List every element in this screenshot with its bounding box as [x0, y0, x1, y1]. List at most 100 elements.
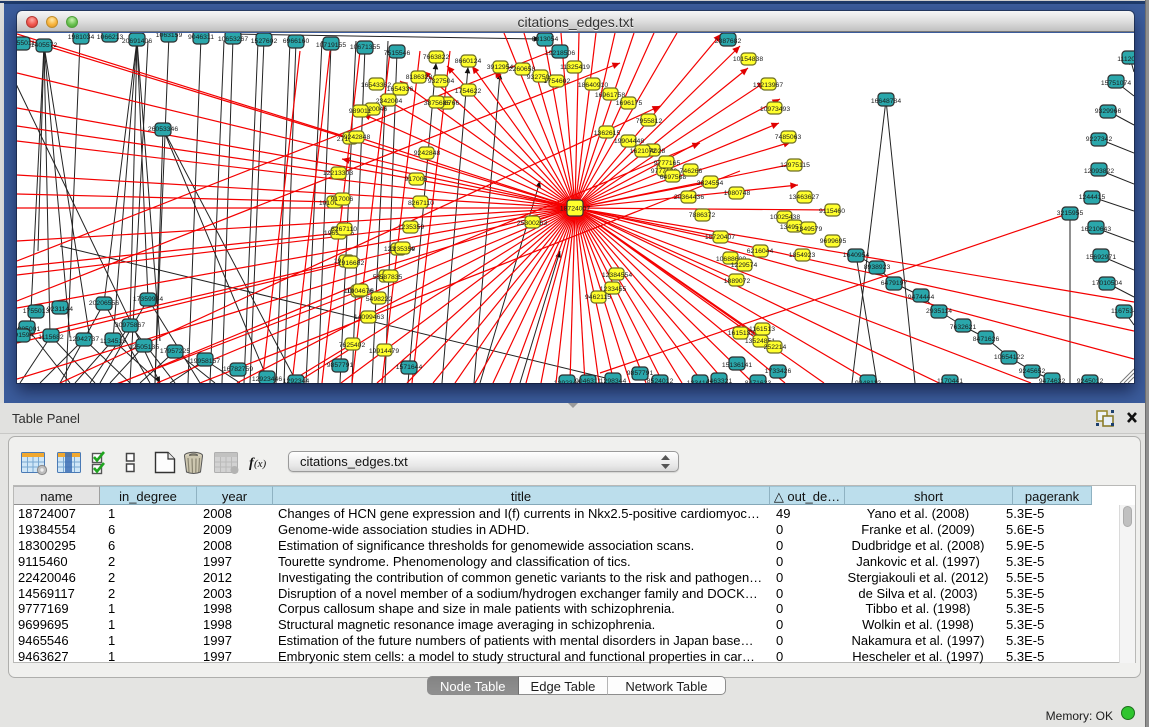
- svg-text:1640954: 1640954: [843, 252, 870, 259]
- svg-text:8938923: 8938923: [864, 264, 891, 271]
- svg-text:1615132: 1615132: [728, 330, 755, 337]
- svg-text:9699695: 9699695: [820, 238, 847, 245]
- svg-text:9231144: 9231144: [47, 306, 73, 313]
- svg-text:9245652: 9245652: [1019, 368, 1046, 375]
- svg-text:20206556: 20206556: [89, 300, 119, 307]
- svg-text:11325419: 11325419: [560, 64, 590, 71]
- svg-text:15751074: 15751074: [1101, 80, 1131, 87]
- svg-text:3875685: 3875685: [424, 100, 451, 107]
- svg-text:1080748: 1080748: [724, 190, 751, 197]
- svg-text:1292344: 1292344: [283, 378, 310, 383]
- svg-text:2935114: 2935114: [926, 308, 952, 315]
- svg-text:7515546: 7515546: [384, 50, 411, 57]
- svg-text:6479197: 6479197: [881, 280, 908, 287]
- svg-text:1063159: 1063159: [156, 33, 183, 39]
- svg-text:7886372: 7886372: [689, 212, 716, 219]
- svg-text:1134519: 1134519: [100, 338, 126, 345]
- svg-text:12213303: 12213303: [323, 170, 353, 177]
- svg-text:2887682: 2887682: [715, 38, 742, 45]
- svg-text:391594: 391594: [17, 332, 34, 339]
- svg-text:3215955: 3215955: [1057, 210, 1084, 217]
- svg-text:6966160: 6966160: [283, 38, 310, 45]
- svg-text:9242848: 9242848: [414, 150, 441, 157]
- svg-text:9248112: 9248112: [855, 380, 881, 383]
- svg-text:9857791: 9857791: [627, 370, 654, 377]
- svg-text:1527602: 1527602: [251, 38, 278, 45]
- svg-text:30975867: 30975867: [115, 322, 145, 329]
- svg-text:7663822: 7663822: [423, 54, 450, 61]
- svg-text:12975115: 12975115: [780, 162, 810, 169]
- svg-text:2260658: 2260658: [509, 66, 536, 73]
- svg-text:(x): (x): [254, 458, 267, 470]
- svg-text:13463627: 13463627: [789, 194, 819, 201]
- svg-text:18640910: 18640910: [578, 82, 608, 89]
- svg-text:8267110: 8267110: [331, 226, 357, 233]
- svg-text:7485063: 7485063: [775, 134, 802, 141]
- svg-text:9046311: 9046311: [188, 34, 214, 41]
- svg-text:9327504: 9327504: [428, 78, 455, 85]
- svg-text:12923446: 12923446: [252, 376, 282, 383]
- svg-text:12942737: 12942737: [69, 336, 99, 343]
- svg-text:9115460: 9115460: [819, 208, 845, 215]
- svg-text:1235359: 1235359: [398, 224, 425, 231]
- svg-text:10154838: 10154838: [733, 56, 763, 63]
- svg-text:1349579: 1349579: [796, 226, 823, 233]
- svg-text:9046311: 9046311: [575, 378, 601, 383]
- svg-text:15720407: 15720407: [705, 234, 735, 241]
- svg-text:1362615: 1362615: [594, 130, 621, 137]
- svg-text:19958157: 19958157: [190, 358, 220, 365]
- svg-text:19904448: 19904448: [614, 138, 644, 145]
- svg-text:10973493: 10973493: [760, 106, 790, 113]
- svg-text:9462115: 9462115: [585, 294, 611, 301]
- svg-text:14099463: 14099463: [354, 314, 384, 321]
- svg-text:917006: 917006: [405, 176, 428, 183]
- svg-text:20691406: 20691406: [122, 38, 152, 45]
- svg-text:17010504: 17010504: [1092, 280, 1122, 287]
- svg-text:1004676: 1004676: [347, 288, 374, 295]
- svg-text:8660124: 8660124: [455, 58, 482, 65]
- svg-text:917006: 917006: [331, 196, 354, 203]
- svg-text:8267110: 8267110: [408, 200, 434, 207]
- svg-text:1754602: 1754602: [544, 78, 571, 85]
- svg-text:1235359: 1235359: [389, 246, 416, 253]
- svg-text:8524012: 8524012: [647, 378, 674, 383]
- svg-text:1066213: 1066213: [97, 34, 124, 41]
- svg-text:3824554: 3824554: [697, 180, 724, 187]
- svg-text:1733426: 1733426: [765, 368, 792, 375]
- svg-text:5498222: 5498222: [366, 296, 393, 303]
- svg-text:587835: 587835: [380, 274, 403, 281]
- svg-text:9242848: 9242848: [344, 134, 371, 141]
- svg-text:252214: 252214: [764, 344, 787, 351]
- svg-text:1754622: 1754622: [455, 88, 482, 95]
- svg-text:12505135: 12505135: [129, 344, 159, 351]
- svg-text:9474444: 9474444: [908, 294, 935, 301]
- svg-text:1916682: 1916682: [338, 260, 365, 267]
- svg-text:1571644: 1571644: [396, 364, 423, 371]
- svg-text:15692971: 15692971: [1086, 254, 1116, 261]
- svg-text:1405572: 1405572: [31, 42, 58, 49]
- svg-text:10654122: 10654122: [994, 354, 1024, 361]
- svg-text:20364436: 20364436: [674, 194, 704, 201]
- svg-text:16543362: 16543362: [361, 82, 391, 89]
- svg-text:9777165: 9777165: [654, 160, 681, 167]
- svg-text:12093822: 12093822: [1084, 168, 1114, 175]
- svg-text:1755013: 1755013: [23, 308, 50, 315]
- svg-text:6216044: 6216044: [747, 248, 774, 255]
- svg-text:18724007: 18724007: [560, 206, 590, 213]
- svg-text:19914479: 19914479: [369, 348, 399, 355]
- svg-text:26053346: 26053346: [148, 126, 178, 133]
- svg-text:8471626: 8471626: [973, 336, 1000, 343]
- svg-text:19218506: 19218506: [545, 50, 575, 57]
- svg-text:10653267: 10653267: [218, 36, 248, 43]
- svg-text:1696175: 1696175: [616, 100, 643, 107]
- svg-text:1170441: 1170441: [937, 378, 963, 383]
- svg-text:8471633: 8471633: [745, 380, 772, 383]
- svg-text:16648784: 16648784: [871, 98, 901, 105]
- svg-text:1854923: 1854923: [789, 252, 816, 259]
- svg-text:6497568: 6497568: [660, 174, 687, 181]
- svg-text:9857791: 9857791: [327, 362, 354, 369]
- svg-text:1115682: 1115682: [38, 334, 64, 341]
- svg-text:25300263: 25300263: [517, 220, 547, 227]
- svg-text:12384554: 12384554: [602, 272, 632, 279]
- svg-text:7955812: 7955812: [636, 118, 663, 125]
